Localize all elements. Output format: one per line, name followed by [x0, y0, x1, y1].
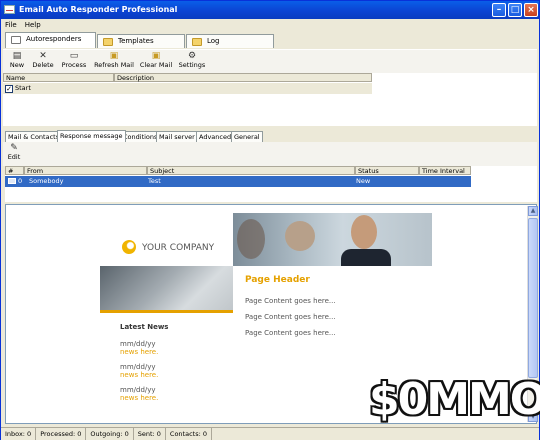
clear-mail-icon: ▣: [151, 51, 161, 61]
process-icon: ▭: [69, 51, 79, 61]
settings-button[interactable]: ⚙ Settings: [178, 51, 206, 73]
maximize-button[interactable]: □: [508, 3, 522, 17]
new-button[interactable]: ▤ New: [7, 51, 27, 73]
settings-label: Settings: [178, 61, 206, 69]
tab-advanced[interactable]: Advanced: [196, 131, 235, 142]
app-mail-icon: [4, 5, 15, 14]
scroll-thumb[interactable]: [528, 218, 538, 378]
toolbar: ▤ New ✕ Delete ▭ Process ▣ Refresh Mail ▣ Cle…: [3, 49, 537, 73]
message-subject: Test: [148, 177, 161, 185]
news-text: news here.: [120, 371, 159, 379]
delete-x-icon: ✕: [39, 51, 47, 61]
edit-label: Edit: [7, 153, 21, 161]
table-row[interactable]: 0 Somebody Test New: [5, 176, 471, 187]
refresh-mail-icon: ▣: [109, 51, 119, 61]
menu-help[interactable]: Help: [21, 19, 45, 31]
clear-mail-label: Clear Mail: [139, 61, 173, 69]
tab-templates-label: Templates: [118, 37, 154, 45]
tab-response-message[interactable]: Response message: [57, 130, 126, 142]
status-contacts: Contacts: 0: [166, 428, 212, 440]
detail-toolbar: ✎ Edit: [3, 142, 537, 166]
news-date: mm/dd/yy: [120, 386, 156, 394]
tab-templates[interactable]: Templates: [97, 34, 185, 48]
tab-autoresponders-label: Autoresponders: [26, 35, 82, 43]
main-tabs: Autoresponders Templates Log: [3, 32, 537, 48]
clear-mail-button[interactable]: ▣ Clear Mail: [139, 51, 173, 73]
tab-log-label: Log: [207, 37, 220, 45]
delete-button[interactable]: ✕ Delete: [31, 51, 55, 73]
process-button[interactable]: ▭ Process: [60, 51, 88, 73]
detail-tabs: Mail & Contacts Response message Conditi…: [3, 130, 537, 142]
enabled-checkbox[interactable]: ✓: [5, 85, 13, 93]
edit-pencil-icon: ✎: [10, 143, 18, 153]
status-sent: Sent: 0: [134, 428, 166, 440]
column-from[interactable]: From: [24, 166, 147, 175]
page-header: Page Header: [245, 275, 310, 285]
tab-conditions[interactable]: Conditions: [120, 131, 161, 142]
responders-grid: Name Description ✓ Start: [3, 73, 537, 126]
refresh-mail-button[interactable]: ▣ Refresh Mail: [93, 51, 135, 73]
document-icon: [11, 36, 21, 44]
app-window: Email Auto Responder Professional – □ × …: [0, 0, 540, 440]
person-shape: [341, 249, 391, 266]
column-status[interactable]: Status: [355, 166, 419, 175]
news-date: mm/dd/yy: [120, 363, 156, 371]
content-line: Page Content goes here...: [245, 297, 336, 305]
message-status: New: [356, 177, 371, 185]
process-label: Process: [61, 61, 87, 69]
folder-icon: [192, 38, 202, 46]
company-logo-icon: [122, 240, 136, 254]
news-date: mm/dd/yy: [120, 340, 156, 348]
watermark-logo: $0MMO: [331, 366, 540, 428]
team-photo: [233, 213, 432, 266]
title-bar[interactable]: Email Auto Responder Professional – □ ×: [1, 1, 539, 19]
table-row[interactable]: ✓ Start: [3, 83, 372, 94]
menu-file[interactable]: File: [1, 19, 21, 31]
window-title: Email Auto Responder Professional: [19, 5, 178, 14]
tab-mail-server[interactable]: Mail server: [156, 131, 198, 142]
tab-general[interactable]: General: [231, 131, 263, 142]
person-shape: [351, 215, 377, 249]
delete-label: Delete: [32, 61, 54, 69]
column-time-interval[interactable]: Time Interval: [419, 166, 471, 175]
close-button[interactable]: ×: [524, 3, 538, 17]
company-logo-text: YOUR COMPANY: [142, 243, 215, 253]
status-bar: Inbox: 0 Processed: 0 Outgoing: 0 Sent: 0 Co…: [1, 427, 539, 440]
status-inbox: Inbox: 0: [1, 428, 37, 440]
person-shape: [285, 221, 315, 251]
status-processed: Processed: 0: [36, 428, 87, 440]
news-text: news here.: [120, 394, 159, 402]
new-document-icon: ▤: [12, 51, 22, 61]
column-name[interactable]: Name: [3, 73, 114, 82]
status-outgoing: Outgoing: 0: [86, 428, 134, 440]
column-description[interactable]: Description: [114, 73, 372, 82]
responder-name: Start: [15, 84, 31, 92]
banner-image: [100, 266, 233, 313]
menu-bar: File Help: [1, 19, 539, 31]
column-subject[interactable]: Subject: [147, 166, 355, 175]
tab-autoresponders[interactable]: Autoresponders: [5, 32, 96, 48]
news-text: news here.: [120, 348, 159, 356]
message-from: Somebody: [29, 177, 64, 185]
refresh-mail-label: Refresh Mail: [94, 61, 134, 69]
column-number[interactable]: #: [5, 166, 24, 175]
scroll-up-arrow-icon[interactable]: ▲: [528, 206, 538, 216]
content-line: Page Content goes here...: [245, 329, 336, 337]
folder-icon: [103, 38, 113, 46]
edit-button[interactable]: ✎ Edit: [5, 143, 23, 165]
content-line: Page Content goes here...: [245, 313, 336, 321]
minimize-button[interactable]: –: [492, 3, 506, 17]
new-label: New: [9, 61, 25, 69]
person-shape: [237, 219, 265, 259]
tab-mail-contacts[interactable]: Mail & Contacts: [5, 131, 63, 142]
latest-news-title: Latest News: [120, 323, 169, 331]
message-envelope-icon: [8, 178, 16, 184]
messages-grid: # From Subject Status Time Interval 0 So…: [5, 166, 537, 202]
tab-log[interactable]: Log: [186, 34, 274, 48]
message-number: 0: [18, 177, 23, 185]
settings-icon: ⚙: [187, 51, 197, 61]
watermark-text: $0MMO: [369, 374, 540, 425]
